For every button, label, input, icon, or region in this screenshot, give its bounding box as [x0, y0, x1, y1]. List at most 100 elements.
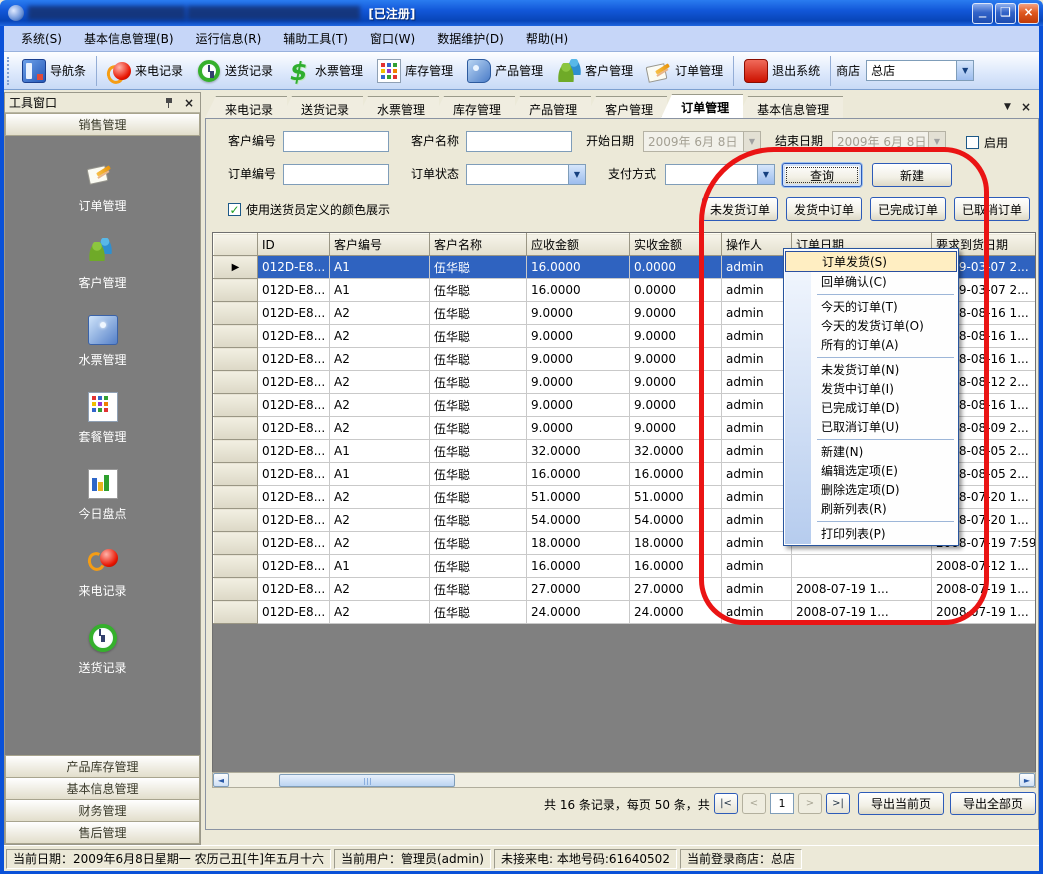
- sidebar-group[interactable]: 基本信息管理: [5, 777, 200, 800]
- row-selector-cell[interactable]: [214, 440, 258, 463]
- first-page-button[interactable]: |<: [714, 793, 738, 814]
- sidebar-group[interactable]: 产品库存管理: [5, 755, 200, 778]
- scroll-left-icon[interactable]: ◄: [213, 773, 229, 787]
- sidebar-group[interactable]: 售后管理: [5, 821, 200, 844]
- sidebar-item[interactable]: 来电记录: [5, 522, 200, 599]
- export-current-page-button[interactable]: 导出当前页: [858, 792, 944, 815]
- tab[interactable]: 订单管理: [661, 94, 743, 118]
- row-selector-cell[interactable]: ▶: [214, 256, 258, 279]
- context-menu-item[interactable]: 所有的订单(A): [785, 335, 957, 354]
- sidebar-item[interactable]: 订单管理: [5, 137, 200, 214]
- maximize-button[interactable]: ❑: [995, 3, 1016, 24]
- menu-item[interactable]: 运行信息(R): [185, 26, 273, 51]
- tab-list-dropdown-icon[interactable]: ▼: [1004, 102, 1011, 112]
- sidebar-group[interactable]: 财务管理: [5, 799, 200, 822]
- status-button-cancelled[interactable]: 已取消订单: [954, 197, 1030, 221]
- toolbar-button[interactable]: [830, 56, 831, 86]
- row-selector-cell[interactable]: [214, 578, 258, 601]
- context-menu-item[interactable]: 已取消订单(U): [785, 417, 957, 436]
- toolbar-button[interactable]: 库存管理: [370, 57, 460, 85]
- row-selector-cell[interactable]: [214, 509, 258, 532]
- context-menu-item[interactable]: 回单确认(C): [785, 272, 957, 291]
- row-selector-cell[interactable]: [214, 325, 258, 348]
- menu-item[interactable]: 窗口(W): [359, 26, 426, 51]
- sidebar-group-sales[interactable]: 销售管理: [5, 113, 200, 136]
- table-row[interactable]: 012D-E8... A2 伍华聪 24.0000 24.0000 admin …: [214, 601, 1037, 624]
- context-menu-item[interactable]: 新建(N): [785, 442, 957, 461]
- toolbar-button[interactable]: 送货记录: [190, 57, 280, 85]
- row-selector-cell[interactable]: [214, 555, 258, 578]
- toolbar-button[interactable]: 退出系统: [737, 57, 827, 85]
- enable-checkbox[interactable]: 启用: [966, 134, 1008, 151]
- export-all-pages-button[interactable]: 导出全部页: [950, 792, 1036, 815]
- scrollbar-thumb[interactable]: [279, 774, 455, 787]
- grid-column-header[interactable]: 操作人: [722, 234, 792, 256]
- tab-close-icon[interactable]: ×: [1021, 100, 1031, 114]
- sidebar-item[interactable]: 水票管理: [5, 291, 200, 368]
- context-menu-item[interactable]: 今天的订单(T): [785, 297, 957, 316]
- context-menu-item[interactable]: 删除选定项(D): [785, 480, 957, 499]
- sidebar-item[interactable]: 今日盘点: [5, 445, 200, 522]
- row-selector-cell[interactable]: [214, 302, 258, 325]
- pin-icon[interactable]: [164, 97, 174, 109]
- context-menu-item[interactable]: 订单发货(S): [785, 251, 957, 272]
- row-selector-cell[interactable]: [214, 348, 258, 371]
- color-display-checkbox[interactable]: ✓ 使用送货员定义的颜色展示: [228, 201, 390, 218]
- toolbar-button[interactable]: 客户管理: [550, 57, 640, 85]
- tab[interactable]: 库存管理: [433, 96, 515, 118]
- grid-column-header[interactable]: 应收金额: [527, 234, 630, 256]
- context-menu-item[interactable]: 编辑选定项(E): [785, 461, 957, 480]
- grid-column-header[interactable]: 客户编号: [330, 234, 430, 256]
- toolbar-button[interactable]: 产品管理: [460, 57, 550, 85]
- minimize-button[interactable]: ─: [972, 3, 993, 24]
- toolbar-grip[interactable]: [7, 57, 13, 85]
- customer-name-input[interactable]: [466, 131, 572, 152]
- toolbar-button[interactable]: 导航条: [15, 57, 93, 85]
- row-selector-cell[interactable]: [214, 394, 258, 417]
- horizontal-scrollbar[interactable]: ◄ ►: [212, 772, 1036, 788]
- grid-column-header[interactable]: 实收金额: [630, 234, 722, 256]
- row-selector-cell[interactable]: [214, 486, 258, 509]
- menu-item[interactable]: 辅助工具(T): [272, 26, 359, 51]
- menu-item[interactable]: 系统(S): [10, 26, 73, 51]
- scroll-right-icon[interactable]: ►: [1019, 773, 1035, 787]
- toolbar-button[interactable]: [733, 56, 734, 86]
- context-menu-item[interactable]: 刷新列表(R): [785, 499, 957, 518]
- tab[interactable]: 来电记录: [205, 96, 287, 118]
- sidebar-item[interactable]: 客户管理: [5, 214, 200, 291]
- menu-item[interactable]: 帮助(H): [515, 26, 579, 51]
- toolbar-button[interactable]: [96, 56, 97, 86]
- pay-method-select[interactable]: ▼: [665, 164, 775, 185]
- tab[interactable]: 送货记录: [281, 96, 363, 118]
- shop-select[interactable]: 总店 ▼: [866, 60, 974, 81]
- context-menu-item[interactable]: 打印列表(P): [785, 524, 957, 543]
- next-page-button[interactable]: >: [798, 793, 822, 814]
- context-menu-item[interactable]: 已完成订单(D): [785, 398, 957, 417]
- sidebar-item[interactable]: 套餐管理: [5, 368, 200, 445]
- grid-column-header[interactable]: [214, 234, 258, 256]
- toolbar-button[interactable]: 来电记录: [100, 57, 190, 85]
- toolbar-button[interactable]: 水票管理: [280, 57, 370, 85]
- prev-page-button[interactable]: <: [742, 793, 766, 814]
- menu-item[interactable]: 数据维护(D): [426, 26, 515, 51]
- tab[interactable]: 产品管理: [509, 96, 591, 118]
- order-no-input[interactable]: [283, 164, 389, 185]
- row-selector-cell[interactable]: [214, 601, 258, 624]
- query-button[interactable]: 查询: [782, 163, 862, 187]
- status-button-unshipped[interactable]: 未发货订单: [702, 197, 778, 221]
- sidebar-close-icon[interactable]: ×: [182, 96, 196, 110]
- sidebar-item[interactable]: 送货记录: [5, 599, 200, 676]
- new-button[interactable]: 新建: [872, 163, 952, 187]
- menu-item[interactable]: 基本信息管理(B): [73, 26, 185, 51]
- close-button[interactable]: ×: [1018, 3, 1039, 24]
- status-button-shipping[interactable]: 发货中订单: [786, 197, 862, 221]
- row-selector-cell[interactable]: [214, 417, 258, 440]
- row-selector-cell[interactable]: [214, 532, 258, 555]
- status-button-completed[interactable]: 已完成订单: [870, 197, 946, 221]
- start-date-picker[interactable]: 2009年 6月 8日▼: [643, 131, 761, 152]
- table-row[interactable]: 012D-E8... A2 伍华聪 27.0000 27.0000 admin …: [214, 578, 1037, 601]
- chevron-down-icon[interactable]: ▼: [956, 61, 973, 80]
- table-row[interactable]: 012D-E8... A1 伍华聪 16.0000 16.0000 admin …: [214, 555, 1037, 578]
- row-selector-cell[interactable]: [214, 463, 258, 486]
- context-menu-item[interactable]: 今天的发货订单(O): [785, 316, 957, 335]
